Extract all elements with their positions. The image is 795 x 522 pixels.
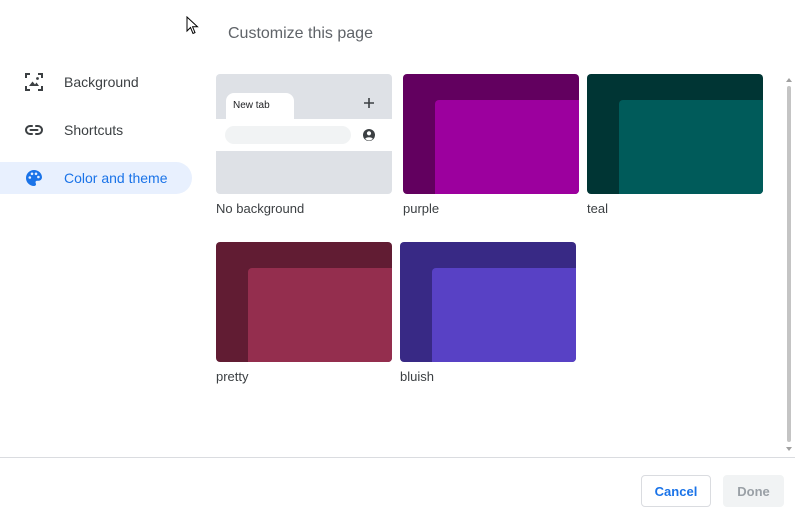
palette-icon xyxy=(26,170,42,186)
sidebar-item-label: Color and theme xyxy=(64,170,168,186)
theme-thumbnail xyxy=(400,242,576,362)
sidebar: Background Shortcuts Color and theme xyxy=(0,66,192,210)
theme-thumbnail-inner xyxy=(248,268,392,362)
theme-thumbnail xyxy=(216,242,392,362)
theme-thumbnail xyxy=(587,74,763,194)
theme-tile-pretty[interactable]: pretty xyxy=(216,242,392,384)
scroll-down-arrow-icon[interactable] xyxy=(786,447,792,451)
account-icon xyxy=(363,129,375,141)
theme-thumbnail-inner xyxy=(432,268,576,362)
background-icon xyxy=(25,73,43,91)
theme-grid: New tab No background purple teal pretty… xyxy=(216,74,782,454)
done-button[interactable]: Done xyxy=(723,475,784,507)
theme-thumbnail-inner xyxy=(619,100,763,194)
sidebar-item-label: Shortcuts xyxy=(64,122,124,138)
footer-divider xyxy=(0,457,795,458)
theme-name: No background xyxy=(216,201,305,216)
preview-tab: New tab xyxy=(226,93,294,119)
theme-name: bluish xyxy=(400,369,434,384)
plus-icon xyxy=(364,98,374,108)
preview-omnibox xyxy=(225,126,351,144)
theme-tile-bluish[interactable]: bluish xyxy=(400,242,576,384)
link-icon xyxy=(25,125,43,135)
dialog-title: Customize this page xyxy=(228,25,373,42)
theme-name: pretty xyxy=(216,369,249,384)
sidebar-item-color-and-theme[interactable]: Color and theme xyxy=(0,162,192,194)
theme-tile-no-background[interactable]: New tab No background xyxy=(216,74,392,216)
theme-thumbnail-inner xyxy=(435,100,579,194)
theme-thumbnail xyxy=(403,74,579,194)
scrollbar-thumb[interactable] xyxy=(787,86,791,442)
preview-toolbar xyxy=(216,119,392,151)
sidebar-item-label: Background xyxy=(64,74,139,90)
cancel-button[interactable]: Cancel xyxy=(641,475,711,507)
theme-name: purple xyxy=(403,201,440,216)
theme-thumbnail: New tab xyxy=(216,74,392,194)
theme-tile-teal[interactable]: teal xyxy=(587,74,763,216)
theme-name: teal xyxy=(587,201,608,216)
theme-tile-purple[interactable]: purple xyxy=(403,74,579,216)
scroll-up-arrow-icon[interactable] xyxy=(786,78,792,82)
preview-tab-label: New tab xyxy=(233,100,270,111)
sidebar-item-background[interactable]: Background xyxy=(0,66,192,98)
mouse-cursor-icon xyxy=(186,16,199,35)
sidebar-item-shortcuts[interactable]: Shortcuts xyxy=(0,114,192,146)
